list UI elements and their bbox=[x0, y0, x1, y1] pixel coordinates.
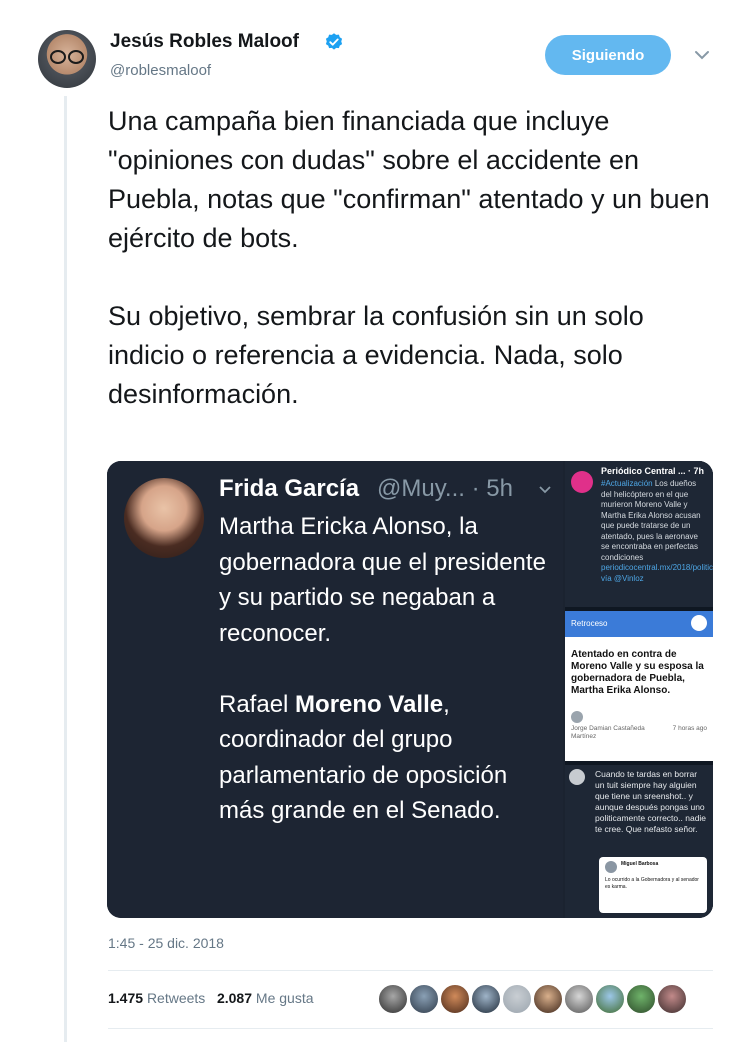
liker-avatar[interactable] bbox=[533, 984, 563, 1014]
tweet-text: Una campaña bien financiada que incluye … bbox=[108, 102, 718, 453]
text-segment: Rafael bbox=[219, 690, 296, 718]
screenshot-reply: Cuando te tardas en borrar un tuit siemp… bbox=[565, 765, 713, 918]
reply-text: Cuando te tardas en borrar un tuit siemp… bbox=[595, 769, 707, 834]
quoted-tweet-card: Miguel Barbosa Lo ocurrido a la Gobernad… bbox=[599, 857, 707, 913]
liker-avatar[interactable] bbox=[378, 984, 408, 1014]
reply-avatar bbox=[569, 769, 585, 785]
screenshot-paragraph: Martha Ericka Alonso, la gobernadora que… bbox=[219, 513, 546, 647]
liker-avatar[interactable] bbox=[502, 984, 532, 1014]
author-name[interactable]: Jesús Robles Maloof bbox=[110, 31, 299, 53]
article-bar-icon bbox=[691, 615, 707, 631]
liker-avatar[interactable] bbox=[595, 984, 625, 1014]
liker-avatar[interactable] bbox=[564, 984, 594, 1014]
author-avatar[interactable] bbox=[38, 30, 96, 88]
likes-label[interactable]: Me gusta bbox=[256, 990, 314, 1006]
divider bbox=[108, 1028, 713, 1029]
retweets-count[interactable]: 1.475 bbox=[108, 990, 143, 1006]
screenshot-main: Frida García @Muy... · 5h Martha Ericka … bbox=[107, 461, 563, 918]
tweet-stats: 1.475 Retweets 2.087 Me gusta bbox=[108, 990, 314, 1006]
periodico-text: #Actualización Los dueños del helicópter… bbox=[601, 479, 713, 584]
liker-avatar[interactable] bbox=[440, 984, 470, 1014]
article-time: 7 horas ago bbox=[672, 725, 707, 732]
link: periodicocentral.mx/2018/politica/... ví… bbox=[601, 563, 713, 583]
periodico-title: Periódico Central ... · 7h bbox=[601, 466, 705, 476]
quoted-text: Lo ocurrido a la Gobernadora y al senado… bbox=[605, 877, 699, 890]
following-button[interactable]: Siguiendo bbox=[545, 35, 671, 75]
screenshot-author-meta: @Muy... · 5h bbox=[377, 475, 513, 502]
liker-avatar[interactable] bbox=[471, 984, 501, 1014]
article-bar: Retroceso bbox=[565, 611, 713, 637]
periodico-logo-icon bbox=[571, 471, 593, 493]
quoted-avatar bbox=[605, 861, 617, 873]
author-handle[interactable]: @roblesmaloof bbox=[110, 62, 211, 79]
glasses-decoration bbox=[50, 50, 84, 64]
likes-count[interactable]: 2.087 bbox=[217, 990, 252, 1006]
screenshot-column: Periódico Central ... · 7h #Actualizació… bbox=[565, 461, 713, 918]
thread-line bbox=[64, 96, 67, 1042]
liker-avatar[interactable] bbox=[409, 984, 439, 1014]
screenshot-article: Retroceso Atentado en contra de Moreno V… bbox=[565, 611, 713, 761]
text-bold: Moreno Valle bbox=[295, 690, 444, 718]
liker-avatar[interactable] bbox=[626, 984, 656, 1014]
liker-avatar[interactable] bbox=[657, 984, 687, 1014]
article-bar-label: Retroceso bbox=[571, 619, 608, 628]
retweets-label[interactable]: Retweets bbox=[147, 990, 205, 1006]
tweet-media[interactable]: Frida García @Muy... · 5h Martha Ericka … bbox=[107, 461, 713, 918]
chevron-down-icon[interactable] bbox=[693, 48, 711, 62]
quoted-name: Miguel Barbosa bbox=[621, 861, 659, 867]
article-headline: Atentado en contra de Moreno Valle y su … bbox=[571, 649, 704, 696]
divider bbox=[108, 970, 713, 971]
screenshot-text: Martha Ericka Alonso, la gobernadora que… bbox=[219, 509, 549, 864]
screenshot-author-name: Frida García bbox=[219, 475, 360, 502]
tweet-paragraph: Su objetivo, sembrar la confusión sin un… bbox=[108, 301, 644, 409]
tweet-paragraph: Una campaña bien financiada que incluye … bbox=[108, 106, 710, 253]
screenshot-periodico: Periódico Central ... · 7h #Actualizació… bbox=[565, 461, 713, 607]
frida-avatar bbox=[124, 478, 204, 558]
hashtag: #Actualización bbox=[601, 479, 653, 488]
liker-avatars bbox=[378, 984, 687, 1014]
screenshot-paragraph: Rafael Moreno Valle, coordinador del gru… bbox=[219, 687, 549, 829]
article-author-avatar bbox=[571, 711, 583, 723]
article-author: Jorge Damian Castañeda Martínez bbox=[571, 725, 645, 740]
text-segment: Los dueños del helicóptero en el que mur… bbox=[601, 479, 701, 562]
tweet-timestamp[interactable]: 1:45 - 25 dic. 2018 bbox=[108, 935, 224, 951]
chevron-down-icon bbox=[539, 486, 551, 494]
verified-badge-icon bbox=[325, 33, 343, 50]
